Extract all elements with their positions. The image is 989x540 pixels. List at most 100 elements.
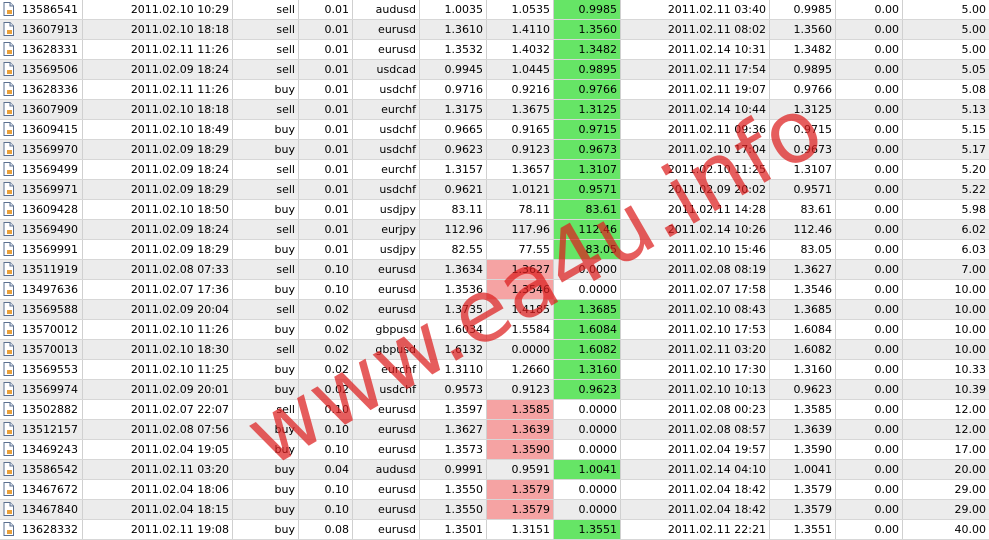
cell-sl: 0.9216: [487, 80, 554, 99]
trade-history-table: 13586541 2011.02.10 10:29 sell 0.01 audusd 1.…: [0, 0, 989, 540]
table-row[interactable]: 13569971 2011.02.09 18:29 sell 0.01 usdchf 0.…: [0, 180, 989, 200]
table-row[interactable]: 13607913 2011.02.10 18:18 sell 0.01 eurusd 1.…: [0, 20, 989, 40]
cell-symbol: usdchf: [353, 80, 420, 99]
cell-open-price: 1.3627: [420, 420, 487, 439]
table-row[interactable]: 13570012 2011.02.10 11:26 buy 0.02 gbpusd 1.6…: [0, 320, 989, 340]
table-row[interactable]: 13569588 2011.02.09 20:04 sell 0.02 eurusd 1.…: [0, 300, 989, 320]
cell-close-time: 2011.02.10 17:30: [621, 360, 770, 379]
cell-close-time: 2011.02.10 10:13: [621, 380, 770, 399]
cell-lots: 0.01: [299, 180, 353, 199]
cell-sl: 1.3627: [487, 260, 554, 279]
cell-symbol: eurusd: [353, 280, 420, 299]
cell-lots: 0.01: [299, 60, 353, 79]
cell-close-price: 83.05: [770, 240, 836, 259]
table-row[interactable]: 13569991 2011.02.09 18:29 buy 0.01 usdjpy 82.…: [0, 240, 989, 260]
table-row[interactable]: 13609428 2011.02.10 18:50 buy 0.01 usdjpy 83.…: [0, 200, 989, 220]
cell-open-time: 2011.02.11 19:08: [83, 520, 233, 539]
cell-profit: 10.00: [954, 343, 987, 356]
cell-open-time: 2011.02.07 22:07: [83, 400, 233, 419]
cell-profit: 5.00: [961, 23, 987, 36]
cell-ticket: 13607909: [0, 100, 83, 119]
cell-open-time: 2011.02.10 11:26: [83, 320, 233, 339]
cell-lots: 0.10: [299, 420, 353, 439]
cell-open-time: 2011.02.09 20:01: [83, 380, 233, 399]
cell-open-price: 1.6034: [420, 320, 487, 339]
cell-ticket: 13497636: [0, 280, 83, 299]
cell-symbol: eurusd: [353, 500, 420, 519]
cell-close-time: 2011.02.11 03:20: [621, 340, 770, 359]
cell-tp: 0.0000: [554, 480, 621, 499]
table-row[interactable]: 13502882 2011.02.07 22:07 sell 0.10 eurusd 1.…: [0, 400, 989, 420]
cell-close-price: 0.9895: [770, 60, 836, 79]
cell-sl: 1.5584: [487, 320, 554, 339]
cell-lots: 0.01: [299, 120, 353, 139]
cell-sl: 1.0445: [487, 60, 554, 79]
cell-type: sell: [233, 340, 299, 359]
table-row[interactable]: 13569970 2011.02.09 18:29 buy 0.01 usdchf 0.9…: [0, 140, 989, 160]
cell-sl: 1.3579: [487, 480, 554, 499]
cell-profit: 10.00: [954, 283, 987, 296]
cell-type: buy: [233, 200, 299, 219]
table-row[interactable]: 13569974 2011.02.09 20:01 buy 0.02 usdchf 0.9…: [0, 380, 989, 400]
cell-sl: 1.3546: [487, 280, 554, 299]
table-row[interactable]: 13609415 2011.02.10 18:49 buy 0.01 usdchf 0.9…: [0, 120, 989, 140]
cell-ticket: 13570013: [0, 340, 83, 359]
cell-type: sell: [233, 60, 299, 79]
cell-profit: 5.15: [961, 123, 987, 136]
table-row[interactable]: 13569506 2011.02.09 18:24 sell 0.01 usdcad 0.…: [0, 60, 989, 80]
cell-close-time: 2011.02.07 17:58: [621, 280, 770, 299]
cell-sl: 78.11: [487, 200, 554, 219]
table-row[interactable]: 13586542 2011.02.11 03:20 buy 0.04 audusd 0.9…: [0, 460, 989, 480]
cell-open-price: 0.9621: [420, 180, 487, 199]
cell-type: buy: [233, 480, 299, 499]
table-row[interactable]: 13512157 2011.02.08 07:56 buy 0.10 eurusd 1.3…: [0, 420, 989, 440]
table-row[interactable]: 13607909 2011.02.10 18:18 sell 0.01 eurchf 1.…: [0, 100, 989, 120]
cell-swap: 0.00: [836, 520, 903, 539]
cell-open-time: 2011.02.08 07:33: [83, 260, 233, 279]
cell-close-price: 1.3590: [770, 440, 836, 459]
cell-symbol: eurusd: [353, 20, 420, 39]
cell-tp: 1.3107: [554, 160, 621, 179]
table-row[interactable]: 13497636 2011.02.07 17:36 buy 0.10 eurusd 1.3…: [0, 280, 989, 300]
table-row[interactable]: 13511919 2011.02.08 07:33 sell 0.10 eurusd 1.…: [0, 260, 989, 280]
cell-open-price: 1.0035: [420, 0, 487, 19]
table-row[interactable]: 13569490 2011.02.09 18:24 sell 0.01 eurjpy 11…: [0, 220, 989, 240]
cell-type: buy: [233, 320, 299, 339]
table-row[interactable]: 13628332 2011.02.11 19:08 buy 0.08 eurusd 1.3…: [0, 520, 989, 540]
cell-swap: 0.00: [836, 380, 903, 399]
cell-ticket: 13569971: [0, 180, 83, 199]
cell-sl: 0.9591: [487, 460, 554, 479]
cell-ticket: 13467672: [0, 480, 83, 499]
cell-type: buy: [233, 360, 299, 379]
cell-lots: 0.01: [299, 20, 353, 39]
cell-profit: 5.98: [961, 203, 987, 216]
cell-profit: 29.00: [954, 483, 987, 496]
table-row[interactable]: 13467840 2011.02.04 18:15 buy 0.10 eurusd 1.3…: [0, 500, 989, 520]
cell-close-time: 2011.02.11 14:28: [621, 200, 770, 219]
cell-close-price: 1.3627: [770, 260, 836, 279]
table-row[interactable]: 13569499 2011.02.09 18:24 sell 0.01 eurchf 1.…: [0, 160, 989, 180]
cell-close-time: 2011.02.10 17:53: [621, 320, 770, 339]
cell-sl: 1.0121: [487, 180, 554, 199]
cell-type: sell: [233, 40, 299, 59]
cell-swap: 0.00: [836, 140, 903, 159]
cell-profit: 5.13: [961, 103, 987, 116]
cell-open-price: 1.3110: [420, 360, 487, 379]
cell-symbol: eurchf: [353, 160, 420, 179]
cell-profit: 10.33: [954, 363, 987, 376]
table-row[interactable]: 13586541 2011.02.10 10:29 sell 0.01 audusd 1.…: [0, 0, 989, 20]
cell-close-price: 1.3579: [770, 480, 836, 499]
table-row[interactable]: 13569553 2011.02.10 11:25 buy 0.02 eurchf 1.3…: [0, 360, 989, 380]
cell-swap: 0.00: [836, 40, 903, 59]
cell-swap: 0.00: [836, 480, 903, 499]
cell-close-price: 0.9673: [770, 140, 836, 159]
table-row[interactable]: 13467672 2011.02.04 18:06 buy 0.10 eurusd 1.3…: [0, 480, 989, 500]
cell-profit: 5.17: [961, 143, 987, 156]
table-row[interactable]: 13570013 2011.02.10 18:30 sell 0.02 gbpusd 1.…: [0, 340, 989, 360]
cell-symbol: eurjpy: [353, 220, 420, 239]
table-row[interactable]: 13628336 2011.02.11 11:26 buy 0.01 usdchf 0.9…: [0, 80, 989, 100]
cell-open-time: 2011.02.04 19:05: [83, 440, 233, 459]
table-row[interactable]: 13469243 2011.02.04 19:05 buy 0.10 eurusd 1.3…: [0, 440, 989, 460]
table-row[interactable]: 13628331 2011.02.11 11:26 sell 0.01 eurusd 1.…: [0, 40, 989, 60]
cell-open-time: 2011.02.09 18:29: [83, 140, 233, 159]
